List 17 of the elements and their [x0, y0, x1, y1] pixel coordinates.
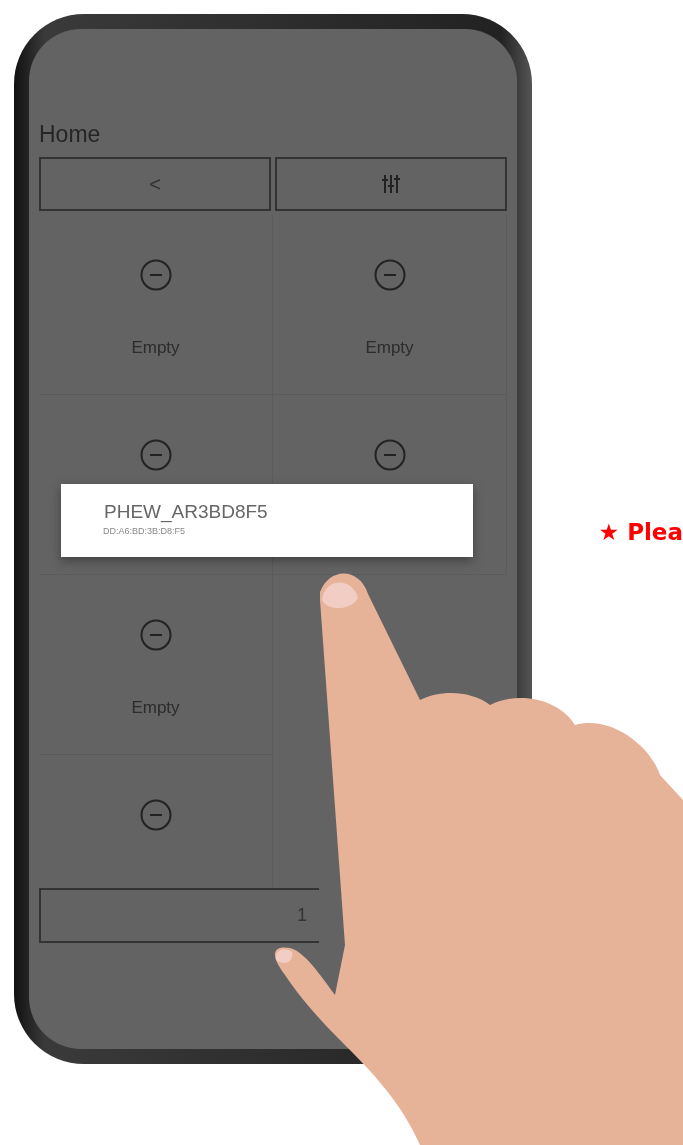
minus-circle-icon[interactable]: [139, 798, 172, 831]
slot-label: Empty: [131, 336, 180, 359]
page-title: Home: [39, 121, 102, 149]
device-popup[interactable]: PHEW_AR3BD8F5 DD:A6:BD:3B:D8:F5: [61, 484, 473, 557]
slot-label: Empty: [365, 336, 414, 359]
device-address: DD:A6:BD:3B:D8:F5: [103, 524, 187, 538]
minus-circle-icon[interactable]: [373, 258, 406, 291]
back-button[interactable]: <: [39, 156, 271, 211]
minus-circle-icon[interactable]: [139, 438, 172, 471]
sliders-icon: [382, 173, 400, 194]
note-text: ★ Plea: [598, 518, 683, 547]
device-name: PHEW_AR3BD8F5: [104, 502, 269, 523]
minus-circle-icon[interactable]: [373, 438, 406, 471]
minus-circle-icon[interactable]: [139, 258, 172, 291]
minus-circle-icon[interactable]: [139, 618, 172, 651]
equalizer-button[interactable]: [275, 156, 507, 211]
slot-label: Empty: [131, 696, 180, 719]
